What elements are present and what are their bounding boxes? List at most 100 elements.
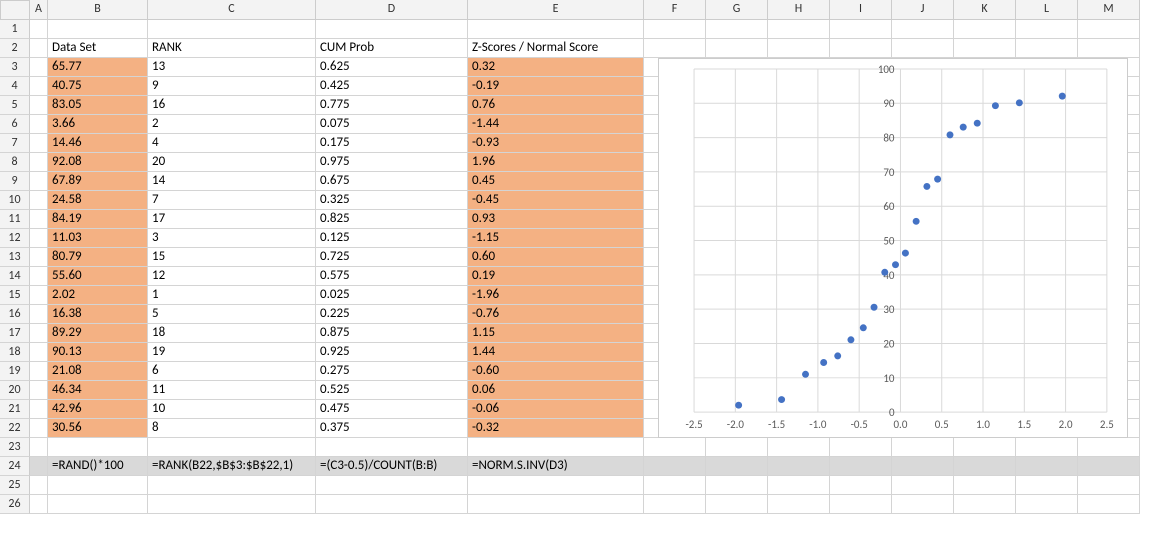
- cell-D17[interactable]: 0.875: [316, 324, 468, 343]
- cell-A16[interactable]: [30, 305, 48, 324]
- cell-L24[interactable]: [1016, 457, 1078, 476]
- cell-H1[interactable]: [768, 20, 830, 39]
- cell-E26[interactable]: [468, 495, 644, 514]
- cell-B11[interactable]: 84.19: [48, 210, 148, 229]
- cell-B7[interactable]: 14.46: [48, 134, 148, 153]
- cell-A13[interactable]: [30, 248, 48, 267]
- cell-C22[interactable]: 8: [148, 419, 316, 438]
- cell-D4[interactable]: 0.425: [316, 77, 468, 96]
- cell-H2[interactable]: [768, 39, 830, 58]
- cell-B5[interactable]: 83.05: [48, 96, 148, 115]
- cell-F25[interactable]: [644, 476, 706, 495]
- cell-B16[interactable]: 16.38: [48, 305, 148, 324]
- cell-B3[interactable]: 65.77: [48, 58, 148, 77]
- col-header-A[interactable]: A: [30, 0, 48, 20]
- cell-L26[interactable]: [1016, 495, 1078, 514]
- cell-B23[interactable]: [48, 438, 148, 457]
- cell-D12[interactable]: 0.125: [316, 229, 468, 248]
- cell-B18[interactable]: 90.13: [48, 343, 148, 362]
- cell-C17[interactable]: 18: [148, 324, 316, 343]
- cell-D22[interactable]: 0.375: [316, 419, 468, 438]
- cell-A18[interactable]: [30, 343, 48, 362]
- cell-A23[interactable]: [30, 438, 48, 457]
- cell-D25[interactable]: [316, 476, 468, 495]
- cell-B17[interactable]: 89.29: [48, 324, 148, 343]
- cell-C19[interactable]: 6: [148, 362, 316, 381]
- cell-A6[interactable]: [30, 115, 48, 134]
- cell-C24[interactable]: =RANK(B22,$B$3:$B$22,1): [148, 457, 316, 476]
- cell-A20[interactable]: [30, 381, 48, 400]
- cell-L25[interactable]: [1016, 476, 1078, 495]
- cell-E15[interactable]: -1.96: [468, 286, 644, 305]
- row-header-17[interactable]: 17: [0, 324, 30, 343]
- cell-D8[interactable]: 0.975: [316, 153, 468, 172]
- col-header-M[interactable]: M: [1078, 0, 1140, 20]
- cell-D2[interactable]: CUM Prob: [316, 39, 468, 58]
- cell-D13[interactable]: 0.725: [316, 248, 468, 267]
- cell-B9[interactable]: 67.89: [48, 172, 148, 191]
- cell-I2[interactable]: [830, 39, 892, 58]
- cell-C21[interactable]: 10: [148, 400, 316, 419]
- row-header-15[interactable]: 15: [0, 286, 30, 305]
- col-header-K[interactable]: K: [954, 0, 1016, 20]
- cell-D16[interactable]: 0.225: [316, 305, 468, 324]
- cell-C20[interactable]: 11: [148, 381, 316, 400]
- cell-M26[interactable]: [1078, 495, 1140, 514]
- cell-C4[interactable]: 9: [148, 77, 316, 96]
- cell-A5[interactable]: [30, 96, 48, 115]
- cell-D14[interactable]: 0.575: [316, 267, 468, 286]
- col-header-J[interactable]: J: [892, 0, 954, 20]
- row-header-25[interactable]: 25: [0, 476, 30, 495]
- cell-C15[interactable]: 1: [148, 286, 316, 305]
- row-header-12[interactable]: 12: [0, 229, 30, 248]
- cell-J1[interactable]: [892, 20, 954, 39]
- col-header-B[interactable]: B: [48, 0, 148, 20]
- cell-E2[interactable]: Z-Scores / Normal Score: [468, 39, 644, 58]
- cell-D3[interactable]: 0.625: [316, 58, 468, 77]
- cell-D23[interactable]: [316, 438, 468, 457]
- cell-I26[interactable]: [830, 495, 892, 514]
- cell-B21[interactable]: 42.96: [48, 400, 148, 419]
- cell-C26[interactable]: [148, 495, 316, 514]
- cell-B20[interactable]: 46.34: [48, 381, 148, 400]
- cell-E24[interactable]: =NORM.S.INV(D3): [468, 457, 644, 476]
- cell-A14[interactable]: [30, 267, 48, 286]
- cell-I1[interactable]: [830, 20, 892, 39]
- cell-E18[interactable]: 1.44: [468, 343, 644, 362]
- cell-E19[interactable]: -0.60: [468, 362, 644, 381]
- cell-A12[interactable]: [30, 229, 48, 248]
- cell-C13[interactable]: 15: [148, 248, 316, 267]
- scatter-chart[interactable]: 0102030405060708090100-2.5-2.0-1.5-1.0-0…: [658, 58, 1128, 438]
- cell-H26[interactable]: [768, 495, 830, 514]
- cell-M25[interactable]: [1078, 476, 1140, 495]
- cell-E12[interactable]: -1.15: [468, 229, 644, 248]
- cell-A1[interactable]: [30, 20, 48, 39]
- row-header-7[interactable]: 7: [0, 134, 30, 153]
- cell-G24[interactable]: [706, 457, 768, 476]
- row-header-26[interactable]: 26: [0, 495, 30, 514]
- col-header-C[interactable]: C: [148, 0, 316, 20]
- cell-A21[interactable]: [30, 400, 48, 419]
- select-all-corner[interactable]: [0, 0, 30, 20]
- cell-E17[interactable]: 1.15: [468, 324, 644, 343]
- cell-L2[interactable]: [1016, 39, 1078, 58]
- cell-E13[interactable]: 0.60: [468, 248, 644, 267]
- cell-M24[interactable]: [1078, 457, 1140, 476]
- cell-G2[interactable]: [706, 39, 768, 58]
- cell-C23[interactable]: [148, 438, 316, 457]
- row-header-9[interactable]: 9: [0, 172, 30, 191]
- cell-A8[interactable]: [30, 153, 48, 172]
- col-header-H[interactable]: H: [768, 0, 830, 20]
- row-header-6[interactable]: 6: [0, 115, 30, 134]
- cell-M1[interactable]: [1078, 20, 1140, 39]
- col-header-G[interactable]: G: [706, 0, 768, 20]
- cell-B10[interactable]: 24.58: [48, 191, 148, 210]
- cell-A24[interactable]: [30, 457, 48, 476]
- cell-D21[interactable]: 0.475: [316, 400, 468, 419]
- cell-D6[interactable]: 0.075: [316, 115, 468, 134]
- cell-B26[interactable]: [48, 495, 148, 514]
- cell-C16[interactable]: 5: [148, 305, 316, 324]
- cell-E5[interactable]: 0.76: [468, 96, 644, 115]
- cell-A15[interactable]: [30, 286, 48, 305]
- cell-G26[interactable]: [706, 495, 768, 514]
